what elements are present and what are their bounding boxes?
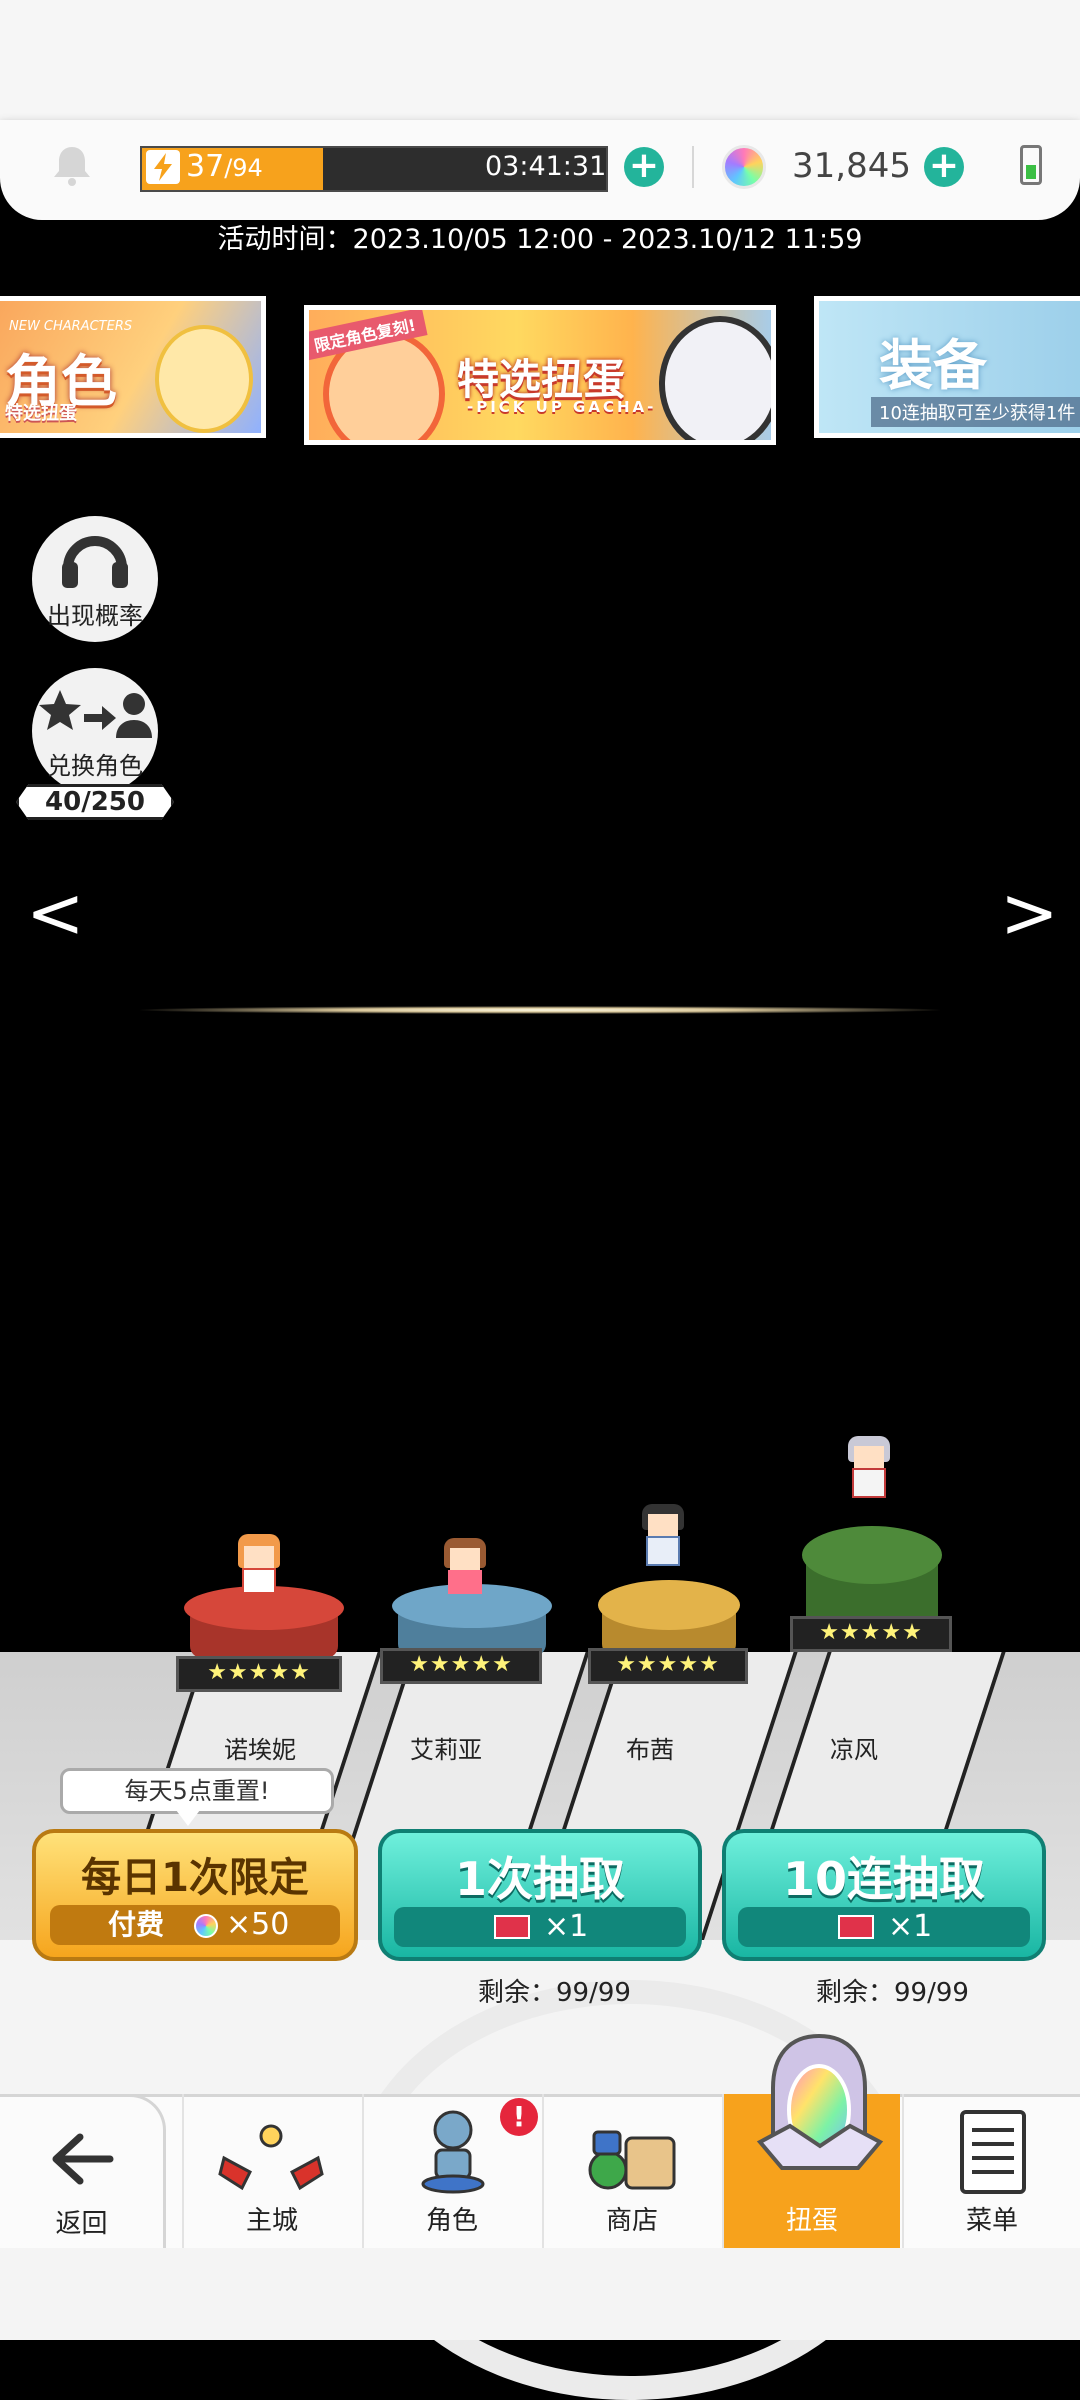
banner-equipment-gacha[interactable]: 装备 10连抽取可至少获得1件 xyxy=(814,296,1080,438)
nav-menu[interactable]: 菜单 xyxy=(902,2094,1080,2248)
banner-pickup-gacha[interactable]: 限定角色复刻! 特选扭蛋 -PICK UP GACHA- xyxy=(304,305,776,445)
character-pedestal[interactable]: ★★★★★ xyxy=(176,1586,344,1716)
previous-arrow-button[interactable]: < xyxy=(26,878,85,948)
single-pull-remaining: 剩余：99/99 xyxy=(478,1978,631,2008)
character-sprite xyxy=(232,1534,286,1604)
banner-character-gacha[interactable]: NEW CHARACTERS 角色 特选扭蛋 xyxy=(0,296,266,438)
character-name: 艾莉亚 xyxy=(410,1736,482,1764)
single-pull-button[interactable]: 1次抽取 ×1 xyxy=(378,1829,702,1961)
event-period: 活动时间：2023.10/05 12:00 - 2023.10/12 11:59 xyxy=(217,224,863,255)
banner-subtitle: 10连抽取可至少获得1件 xyxy=(871,397,1080,427)
gem-count: 31,845 xyxy=(792,146,911,186)
battery-icon xyxy=(1020,145,1042,185)
pedestal-top xyxy=(598,1580,740,1630)
lightning-icon xyxy=(146,150,180,184)
next-arrow-button[interactable]: > xyxy=(1000,878,1059,948)
notification-bell-icon[interactable] xyxy=(50,143,94,187)
star-rating: ★★★★★ xyxy=(588,1648,748,1684)
probability-button[interactable]: 出现概率 xyxy=(32,516,158,642)
character-name: 诺埃妮 xyxy=(224,1736,296,1764)
daily-cost-value: ×50 xyxy=(226,1907,290,1942)
character-icon xyxy=(421,2110,485,2194)
add-stamina-button[interactable]: + xyxy=(624,147,664,187)
battery-level xyxy=(1026,165,1036,179)
star-rating: ★★★★★ xyxy=(790,1616,952,1652)
character-alert-badge: ! xyxy=(500,2098,538,2136)
ten-pull-cost: ×1 xyxy=(738,1907,1030,1947)
gesture-area xyxy=(0,2248,1080,2340)
pedestal-top xyxy=(802,1526,942,1584)
ten-pull-remaining: 剩余：99/99 xyxy=(816,1978,969,2008)
banner-character-art xyxy=(155,325,253,433)
probability-label: 出现概率 xyxy=(47,602,143,630)
banner-character-art-right xyxy=(659,316,771,440)
back-arrow-icon xyxy=(52,2133,114,2185)
daily-title: 每日1次限定 xyxy=(81,1855,309,1901)
reset-tooltip: 每天5点重置! xyxy=(60,1768,334,1814)
stamina-current: 37 xyxy=(186,149,225,184)
single-pull-title: 1次抽取 xyxy=(454,1852,625,1906)
nav-home[interactable]: 主城 xyxy=(182,2094,360,2248)
nav-menu-label: 菜单 xyxy=(965,2206,1018,2236)
nav-shop-label: 商店 xyxy=(605,2206,658,2236)
exchange-count-badge: 40/250 xyxy=(16,784,174,820)
daily-limited-pull-button[interactable]: 每日1次限定 付费 ×50 xyxy=(32,1829,358,1961)
single-pull-cost: ×1 xyxy=(394,1907,686,1947)
stamina-timer: 03:41:31 xyxy=(485,151,607,182)
character-sprite xyxy=(636,1504,690,1574)
nav-back-label: 返回 xyxy=(55,2209,108,2239)
tooltip-tail xyxy=(176,1810,200,1826)
character-sprite xyxy=(842,1436,896,1506)
nav-character-label: 角色 xyxy=(425,2206,478,2236)
single-pull-cost-value: ×1 xyxy=(544,1909,589,1944)
stamina-max: /94 xyxy=(224,154,263,182)
character-name: 布茜 xyxy=(626,1736,674,1764)
character-pedestal[interactable]: ★★★★★ xyxy=(790,1526,952,1676)
star-rating: ★★★★★ xyxy=(380,1648,542,1684)
stamina-value: 37/94 xyxy=(186,146,263,188)
gacha-crystal-icon xyxy=(756,2033,884,2170)
daily-cost: 付费 ×50 xyxy=(50,1905,340,1945)
character-sprite xyxy=(438,1538,492,1608)
add-gem-button[interactable]: + xyxy=(924,147,964,187)
banner-title: 装备 xyxy=(879,334,987,397)
nav-gacha-label: 扭蛋 xyxy=(785,2206,838,2236)
banner-small-text: NEW CHARACTERS xyxy=(9,319,133,334)
home-icon xyxy=(218,2124,324,2191)
paid-label: 付费 xyxy=(108,1908,165,1941)
headset-icon xyxy=(62,536,128,588)
shop-icon xyxy=(588,2130,676,2190)
character-pedestal[interactable]: ★★★★★ xyxy=(588,1580,748,1710)
ten-pull-button[interactable]: 10连抽取 ×1 xyxy=(722,1829,1046,1961)
nav-shop[interactable]: 商店 xyxy=(542,2094,720,2248)
stage-light-glow xyxy=(140,1006,940,1014)
star-rating: ★★★★★ xyxy=(176,1656,342,1692)
ticket-icon xyxy=(838,1915,874,1939)
character-name: 凉风 xyxy=(830,1736,878,1764)
banner-subtitle: -PICK UP GACHA- xyxy=(467,398,657,416)
system-status-area xyxy=(0,0,1080,120)
nav-home-label: 主城 xyxy=(245,2206,298,2236)
banner-subtitle: 特选扭蛋 xyxy=(5,403,77,424)
exchange-icon xyxy=(39,690,152,738)
gem-icon xyxy=(722,145,766,189)
nav-back-button[interactable]: 返回 xyxy=(0,2094,166,2248)
ticket-icon xyxy=(494,1915,530,1939)
divider xyxy=(692,146,694,188)
gem-icon xyxy=(194,1914,218,1938)
ten-pull-cost-value: ×1 xyxy=(888,1909,933,1944)
menu-list-icon xyxy=(960,2110,1026,2194)
ten-pull-title: 10连抽取 xyxy=(782,1852,985,1906)
exchange-character-button[interactable]: 兑换角色 xyxy=(32,668,158,794)
exchange-label: 兑换角色 xyxy=(47,752,143,780)
